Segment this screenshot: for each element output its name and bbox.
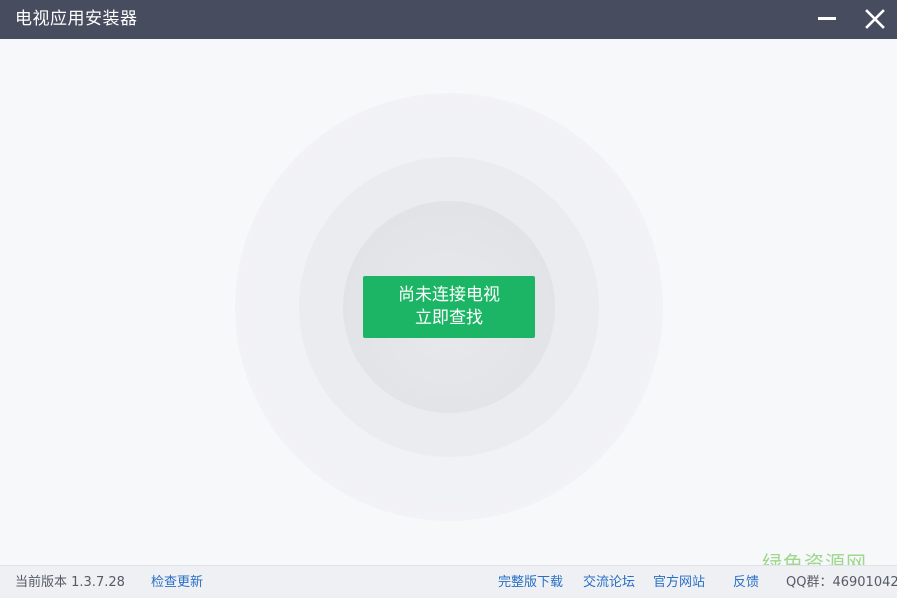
- close-icon: [865, 9, 885, 29]
- window-title: 电视应用安装器: [15, 9, 138, 29]
- minimize-icon: [818, 17, 836, 20]
- app-window: 电视应用安装器 尚未连接电视 立即查找 绿色资源网 当前版本 1.3.7.28 …: [0, 0, 897, 598]
- forum-link[interactable]: 交流论坛: [583, 575, 635, 591]
- find-tv-button[interactable]: 尚未连接电视 立即查找: [363, 276, 535, 338]
- qq-group-label: QQ群：469010427: [786, 575, 897, 590]
- close-button[interactable]: [860, 4, 890, 34]
- full-download-link[interactable]: 完整版下载: [498, 575, 563, 591]
- minimize-button[interactable]: [812, 4, 842, 34]
- connection-status-text: 尚未连接电视: [398, 285, 500, 305]
- title-bar[interactable]: 电视应用安装器: [0, 0, 897, 39]
- check-update-link[interactable]: 检查更新: [151, 575, 203, 591]
- find-now-text: 立即查找: [415, 308, 483, 328]
- feedback-link[interactable]: 反馈: [733, 575, 759, 591]
- main-panel: 尚未连接电视 立即查找: [0, 39, 897, 565]
- version-label: 当前版本 1.3.7.28: [15, 575, 125, 590]
- status-bar: 当前版本 1.3.7.28 检查更新 完整版下载 交流论坛 官方网站 反馈 QQ…: [0, 565, 897, 598]
- website-link[interactable]: 官方网站: [653, 575, 705, 591]
